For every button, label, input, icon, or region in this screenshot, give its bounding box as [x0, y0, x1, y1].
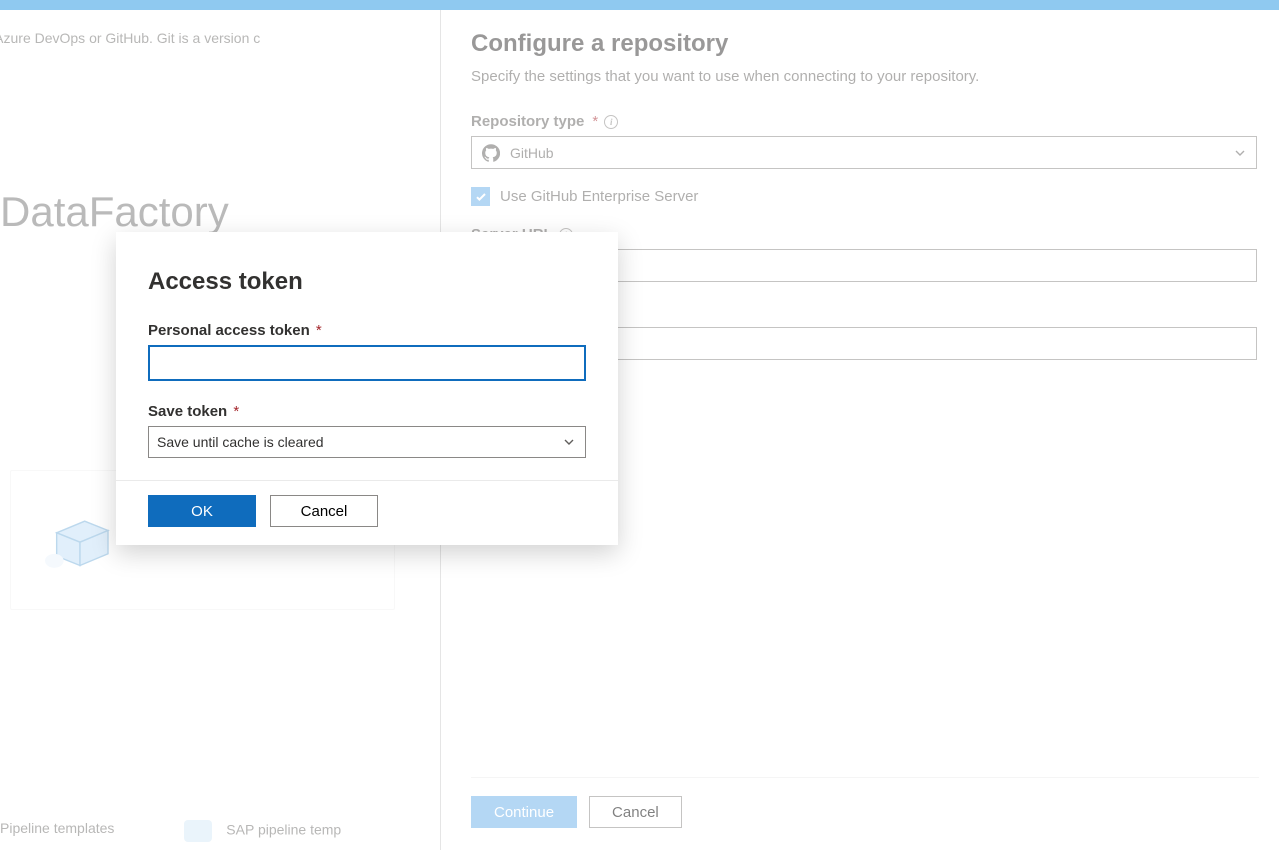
check-icon [475, 191, 487, 203]
product-title: DataFactory [0, 188, 229, 236]
repo-type-select[interactable]: GitHub [471, 136, 1257, 169]
cube-icon [45, 511, 115, 571]
enterprise-checkbox-label: Use GitHub Enterprise Server [500, 188, 698, 205]
chevron-down-icon [563, 436, 575, 448]
enterprise-checkbox[interactable] [471, 187, 490, 206]
github-icon [482, 144, 500, 162]
pat-label: Personal access token * [148, 322, 586, 339]
save-token-select[interactable]: Save until cache is cleared [148, 426, 586, 458]
cylinder-icon [184, 820, 212, 842]
save-token-value: Save until cache is cleared [157, 434, 324, 450]
top-bar [0, 0, 1279, 10]
info-icon[interactable]: i [604, 115, 618, 129]
chevron-down-icon [1234, 147, 1246, 159]
dialog-cancel-button[interactable]: Cancel [270, 495, 378, 527]
template-link-1: Pipeline templates [0, 820, 114, 842]
repo-type-value: GitHub [510, 145, 554, 161]
ok-button[interactable]: OK [148, 495, 256, 527]
panel-title: Configure a repository [471, 30, 1259, 58]
continue-button[interactable]: Continue [471, 796, 577, 828]
panel-footer: Continue Cancel [471, 777, 1259, 850]
template-link-2: SAP pipeline temp [184, 820, 341, 842]
personal-access-token-input[interactable] [148, 345, 586, 381]
dialog-footer: OK Cancel [116, 480, 618, 545]
repo-type-label: Repository type* i [471, 113, 1259, 130]
dialog-title: Access token [148, 268, 586, 296]
panel-subtitle: Specify the settings that you want to us… [471, 68, 1259, 85]
access-token-dialog: Access token Personal access token * Sav… [116, 232, 618, 545]
save-token-label: Save token * [148, 403, 586, 420]
cancel-button[interactable]: Cancel [589, 796, 682, 828]
breadcrumb-fragment: tory with either Azure DevOps or GitHub.… [0, 30, 260, 46]
